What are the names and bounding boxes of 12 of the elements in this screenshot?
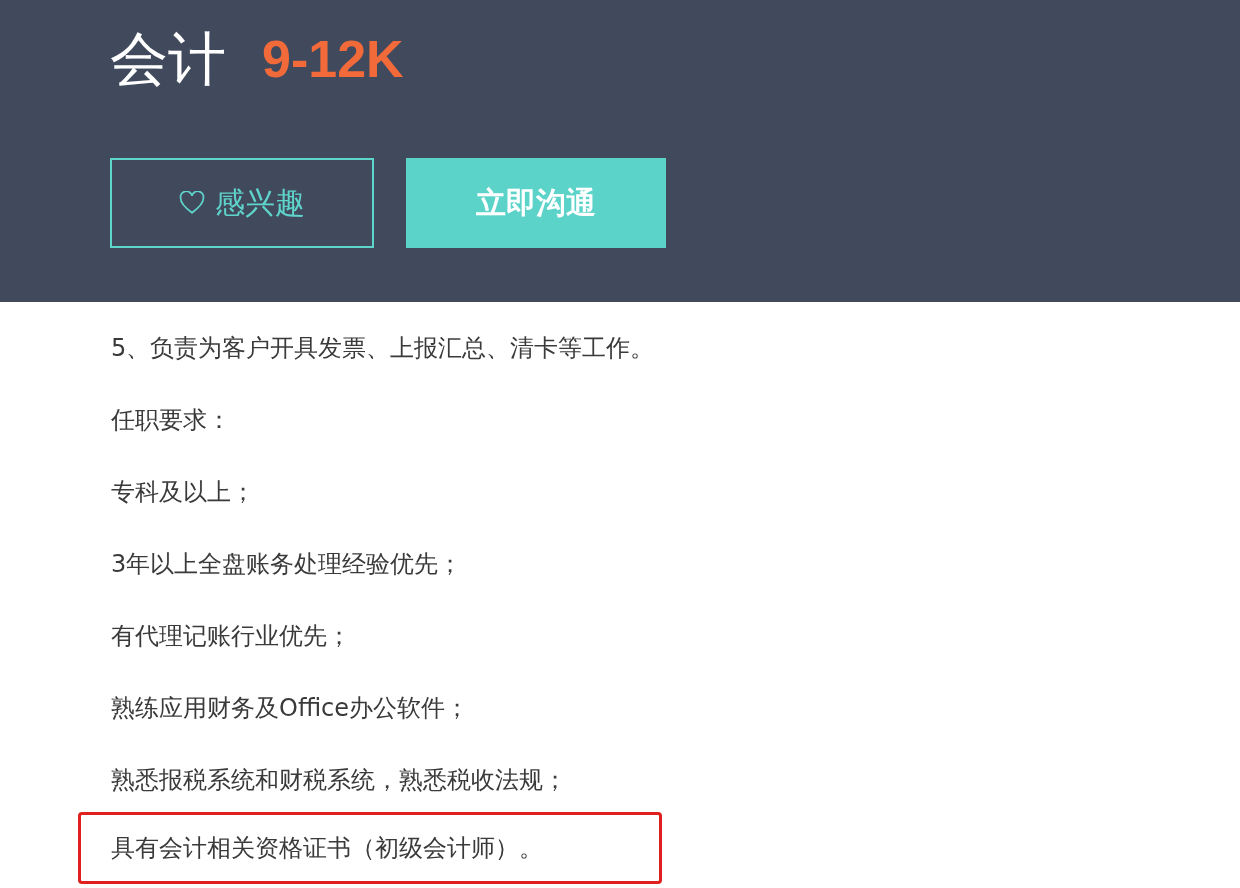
description-line: 熟练应用财务及Office办公软件； — [111, 693, 470, 724]
job-title: 会计 — [110, 30, 226, 88]
description-line: 有代理记账行业优先； — [111, 621, 351, 652]
description-line: 具有会计相关资格证书（初级会计师）。 — [111, 833, 543, 864]
description-line: 熟悉报税系统和财税系统，熟悉税收法规； — [111, 765, 567, 796]
description-line: 任职要求： — [111, 405, 231, 436]
description-line: 5、负责为客户开具发票、上报汇总、清卡等工作。 — [111, 333, 655, 364]
description-line: 3年以上全盘账务处理经验优先； — [111, 549, 463, 580]
salary: 9-12K — [262, 29, 404, 89]
interest-button[interactable]: 感兴趣 — [110, 158, 374, 248]
heart-icon — [179, 191, 205, 215]
description-line: 专科及以上； — [111, 477, 255, 508]
